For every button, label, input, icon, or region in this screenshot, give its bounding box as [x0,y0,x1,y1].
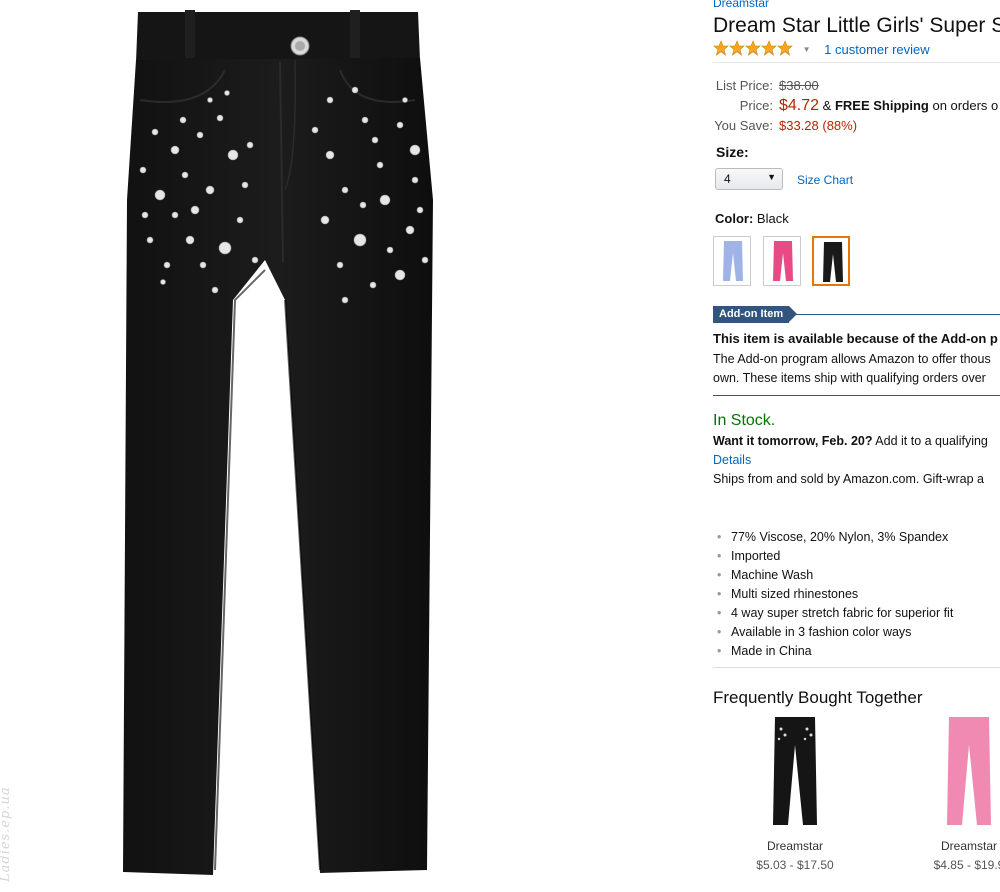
jeans-thumbnail-icon [723,241,743,281]
addon-divider-bottom [713,395,1000,396]
brand-link[interactable]: Dreamstar [713,0,769,10]
stars-icon [713,40,793,56]
feature-item: Made in China [717,642,953,661]
feature-item: 4 way super stretch fabric for superior … [717,604,953,623]
ships-from-text: Ships from and sold by Amazon.com. Gift-… [713,472,984,486]
addon-line-2: own. These items ship with qualifying or… [713,371,986,385]
fbt-heading: Frequently Bought Together [713,688,923,707]
watermark: Ladies.ep.ua [0,786,13,882]
jeans-thumbnail-icon [947,717,991,825]
feature-item: Available in 3 fashion color ways [717,623,953,642]
details-link[interactable]: Details [713,453,751,467]
jeans-thumbnail-icon [773,241,793,281]
color-selected-value: Black [756,211,789,226]
size-selected-value: 4 [724,172,731,186]
addon-line-1: The Add-on program allows Amazon to offe… [713,352,991,366]
free-shipping-label[interactable]: FREE Shipping [835,98,929,113]
feature-item: 77% Viscose, 20% Nylon, 3% Spandex [717,528,953,547]
fbt-item-name[interactable]: Dreamstar [904,839,1000,853]
price-label: Price: [739,98,773,113]
feature-item: Machine Wash [717,566,953,585]
customer-review-link[interactable]: 1 customer review [824,42,929,57]
fbt-item-price: $5.03 - $17.50 [756,858,834,872]
in-stock-status: In Stock. [713,412,776,429]
size-chart-link[interactable]: Size Chart [797,173,853,187]
fbt-item-name[interactable]: Dreamstar [730,839,860,853]
shipping-tail: on orders o [932,98,999,113]
divider [713,62,1000,63]
addon-title: This item is available because of the Ad… [713,331,998,346]
size-label: Size: [716,144,749,160]
color-swatch-pink[interactable] [763,236,801,286]
price-block: List Price: $38.00 Price: $4.72 & FREE Shi… [713,76,998,136]
delivery-date: Want it tomorrow, Feb. 20? [713,434,873,448]
feature-item: Imported [717,547,953,566]
color-label-row: Color: Black [715,211,789,226]
feature-list: 77% Viscose, 20% Nylon, 3% Spandex Impor… [717,528,953,661]
addon-divider [790,314,1000,315]
delivery-rest: Add it to a qualifying [875,434,988,448]
jeans-thumbnail-icon [823,242,843,282]
color-swatch-blue[interactable] [713,236,751,286]
jeans-image [123,10,433,875]
list-price-value: $38.00 [779,78,819,93]
color-label: Color: [715,211,754,226]
you-save-value: $33.28 (88%) [779,118,858,133]
list-price-label: List Price: [715,78,773,93]
delivery-promise: Want it tomorrow, Feb. 20? Add it to a q… [713,434,988,448]
chevron-down-icon[interactable]: ▼ [803,45,811,54]
you-save-label: You Save: [714,118,773,133]
jeans-thumbnail-icon [773,717,817,825]
size-dropdown[interactable]: 4 ▼ [715,168,783,190]
price-value: $4.72 [779,97,820,114]
feature-item: Multi sized rhinestones [717,585,953,604]
color-swatch-black[interactable] [812,236,850,286]
divider [713,667,1000,668]
price-amp: & [822,98,832,113]
fbt-item-price: $4.85 - $19.9 [933,858,1000,872]
addon-badge: Add-on Item [713,306,798,323]
addon-description: The Add-on program allows Amazon to offe… [713,350,991,388]
star-rating[interactable] [713,40,793,59]
product-main-image[interactable] [115,0,455,887]
dropdown-arrow-icon: ▼ [767,172,776,182]
rating-row: ▼ 1 customer review [713,40,930,59]
product-title: Dream Star Little Girls' Super S [713,14,1000,37]
